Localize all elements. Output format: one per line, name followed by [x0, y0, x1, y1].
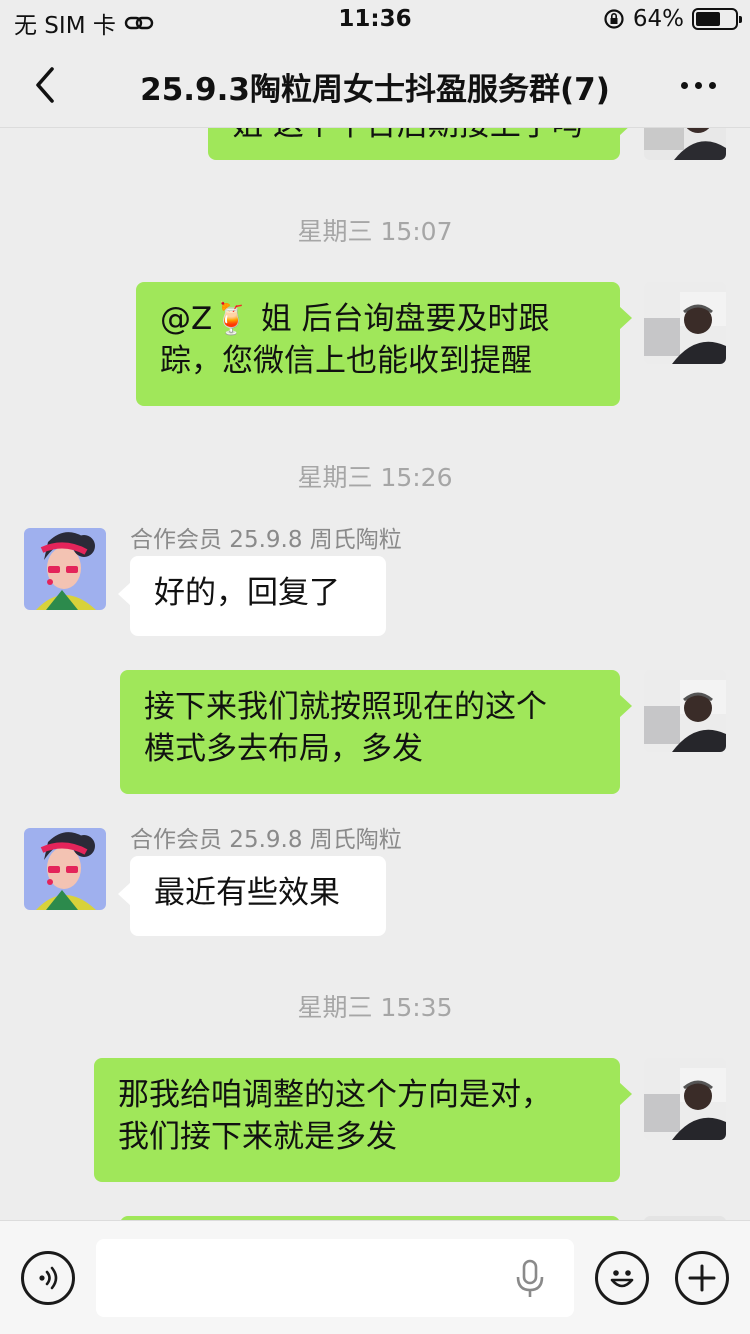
battery-level: [696, 12, 721, 26]
emoji-icon: [610, 1270, 634, 1288]
plus-icon: [688, 1264, 716, 1292]
my-avatar[interactable]: [644, 128, 726, 160]
message-text: 姐 这个平台后期接上了吗: [232, 128, 596, 146]
message-list[interactable]: 姐 这个平台后期接上了吗 星期三 15:07 @Z🍹 姐 后台询盘要及时跟 踪，…: [0, 128, 750, 1220]
emoji-button[interactable]: [595, 1251, 649, 1305]
message-bubble-received[interactable]: 好的，回复了: [118, 556, 386, 636]
message-bubble-sent[interactable]: 接下来我们就按照现在的这个 模式多去布局，多发: [120, 670, 632, 794]
more-functions-button[interactable]: [675, 1251, 729, 1305]
message-input[interactable]: [96, 1239, 574, 1317]
my-avatar[interactable]: [644, 282, 726, 364]
voice-icon: [39, 1266, 58, 1290]
rotation-lock-icon: [604, 9, 624, 29]
sender-name: 合作会员 25.9.8 周氏陶粒: [130, 827, 402, 853]
timestamp: 星期三 15:35: [297, 993, 453, 1022]
message-text-line: 那我给咱调整的这个方向是对，: [118, 1077, 552, 1113]
contact-avatar[interactable]: [24, 528, 106, 610]
message-text-line: 模式多去布局，多发: [144, 731, 423, 767]
message-bubble-received[interactable]: 最近有些效果: [118, 856, 386, 936]
input-bar: [0, 1220, 750, 1334]
chat-header: 25.9.3陶粒周女士抖盈服务群(7): [0, 42, 750, 128]
my-avatar[interactable]: [644, 670, 726, 752]
my-avatar[interactable]: [644, 1058, 726, 1140]
message-bubble-sent[interactable]: @Z🍹 姐 后台询盘要及时跟 踪，您微信上也能收到提醒: [136, 282, 632, 406]
microphone-icon[interactable]: [512, 1259, 548, 1299]
message-bubble-sent[interactable]: 姐 这个平台后期接上了吗: [208, 128, 632, 160]
message-text: 好的，回复了: [154, 575, 340, 611]
sender-name: 合作会员 25.9.8 周氏陶粒: [130, 527, 402, 553]
timestamp: 星期三 15:07: [297, 217, 453, 246]
voice-button[interactable]: [21, 1251, 75, 1305]
message-text-line: @Z🍹 姐 后台询盘要及时跟: [160, 301, 550, 337]
status-bar: 无 SIM 卡 11:36 64%: [0, 0, 750, 42]
chat-title: 25.9.3陶粒周女士抖盈服务群(7): [140, 72, 610, 108]
timestamp: 星期三 15:26: [297, 463, 453, 492]
more-icon[interactable]: [681, 82, 716, 89]
battery-percent: 64%: [632, 6, 684, 32]
contact-avatar[interactable]: [24, 828, 106, 910]
message-text-line: 我们接下来就是多发: [118, 1119, 397, 1155]
message-text: 最近有些效果: [154, 875, 340, 911]
status-right: 64%: [603, 6, 742, 32]
message-text-line: 踪，您微信上也能收到提醒: [160, 343, 532, 379]
battery-icon: [692, 8, 742, 30]
message-bubble-sent[interactable]: 那我给咱调整的这个方向是对， 我们接下来就是多发: [94, 1058, 632, 1182]
message-text-line: 接下来我们就按照现在的这个: [144, 689, 547, 725]
